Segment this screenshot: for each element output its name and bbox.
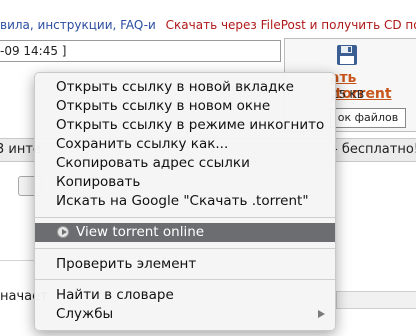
menu-item-open-incognito[interactable]: Открыть ссылку в режиме инкогнито <box>35 116 335 135</box>
divider <box>0 260 34 261</box>
menu-separator <box>35 248 335 249</box>
bottom-input[interactable] <box>336 291 416 309</box>
top-links-bar: вила, инструкции, FAQ-и Скачать через Fi… <box>0 14 416 36</box>
menu-separator <box>35 217 335 218</box>
menu-item-label: Проверить элемент <box>56 256 197 272</box>
menu-item-open-new-window[interactable]: Открыть ссылку в новом окне <box>35 97 335 116</box>
torrent-size: 15 KB <box>332 88 365 101</box>
menu-item-label: Открыть ссылку в новом окне <box>56 98 271 114</box>
menu-separator <box>35 279 335 280</box>
extension-play-icon <box>57 226 69 238</box>
filepost-promo-link[interactable]: Скачать через FilePost и получить CD по <box>166 18 416 32</box>
menu-item-label: Копировать <box>56 174 141 190</box>
menu-item-services[interactable]: Службы <box>35 305 335 324</box>
menu-item-label: Найти в словаре <box>56 287 174 303</box>
menu-item-open-new-tab[interactable]: Открыть ссылку в новой вкладке <box>35 78 335 97</box>
banner-right-text: - бесплатно! <box>333 142 416 157</box>
rules-faq-link[interactable]: вила, инструкции, FAQ-и <box>0 18 156 32</box>
context-menu: Открыть ссылку в новой вкладке Открыть с… <box>34 72 336 331</box>
menu-item-copy-link-address[interactable]: Скопировать адрес ссылки <box>35 154 335 173</box>
menu-item-copy[interactable]: Копировать <box>35 173 335 192</box>
file-list-button[interactable]: ок файлов <box>330 108 406 128</box>
menu-item-label: Искать на Google "Скачать .torrent" <box>56 193 309 209</box>
menu-item-view-torrent-online[interactable]: View torrent online <box>35 223 335 242</box>
menu-item-label: Открыть ссылку в новой вкладке <box>56 79 294 95</box>
floppy-disk-icon <box>337 45 357 65</box>
menu-item-label: Открыть ссылку в режиме инкогнито <box>56 117 325 133</box>
post-date: -09 14:45 ] <box>0 40 281 62</box>
menu-item-label: Скопировать адрес ссылки <box>56 155 250 171</box>
menu-item-look-up-dictionary[interactable]: Найти в словаре <box>35 286 335 305</box>
menu-item-label: Сохранить ссылку как... <box>56 136 229 152</box>
menu-item-label: Службы <box>56 306 114 322</box>
menu-item-inspect-element[interactable]: Проверить элемент <box>35 255 335 274</box>
menu-item-label: View torrent online <box>76 224 205 240</box>
menu-item-save-link-as[interactable]: Сохранить ссылку как... <box>35 135 335 154</box>
submenu-arrow-icon <box>318 310 325 318</box>
menu-item-search-google[interactable]: Искать на Google "Скачать .torrent" <box>35 192 335 211</box>
